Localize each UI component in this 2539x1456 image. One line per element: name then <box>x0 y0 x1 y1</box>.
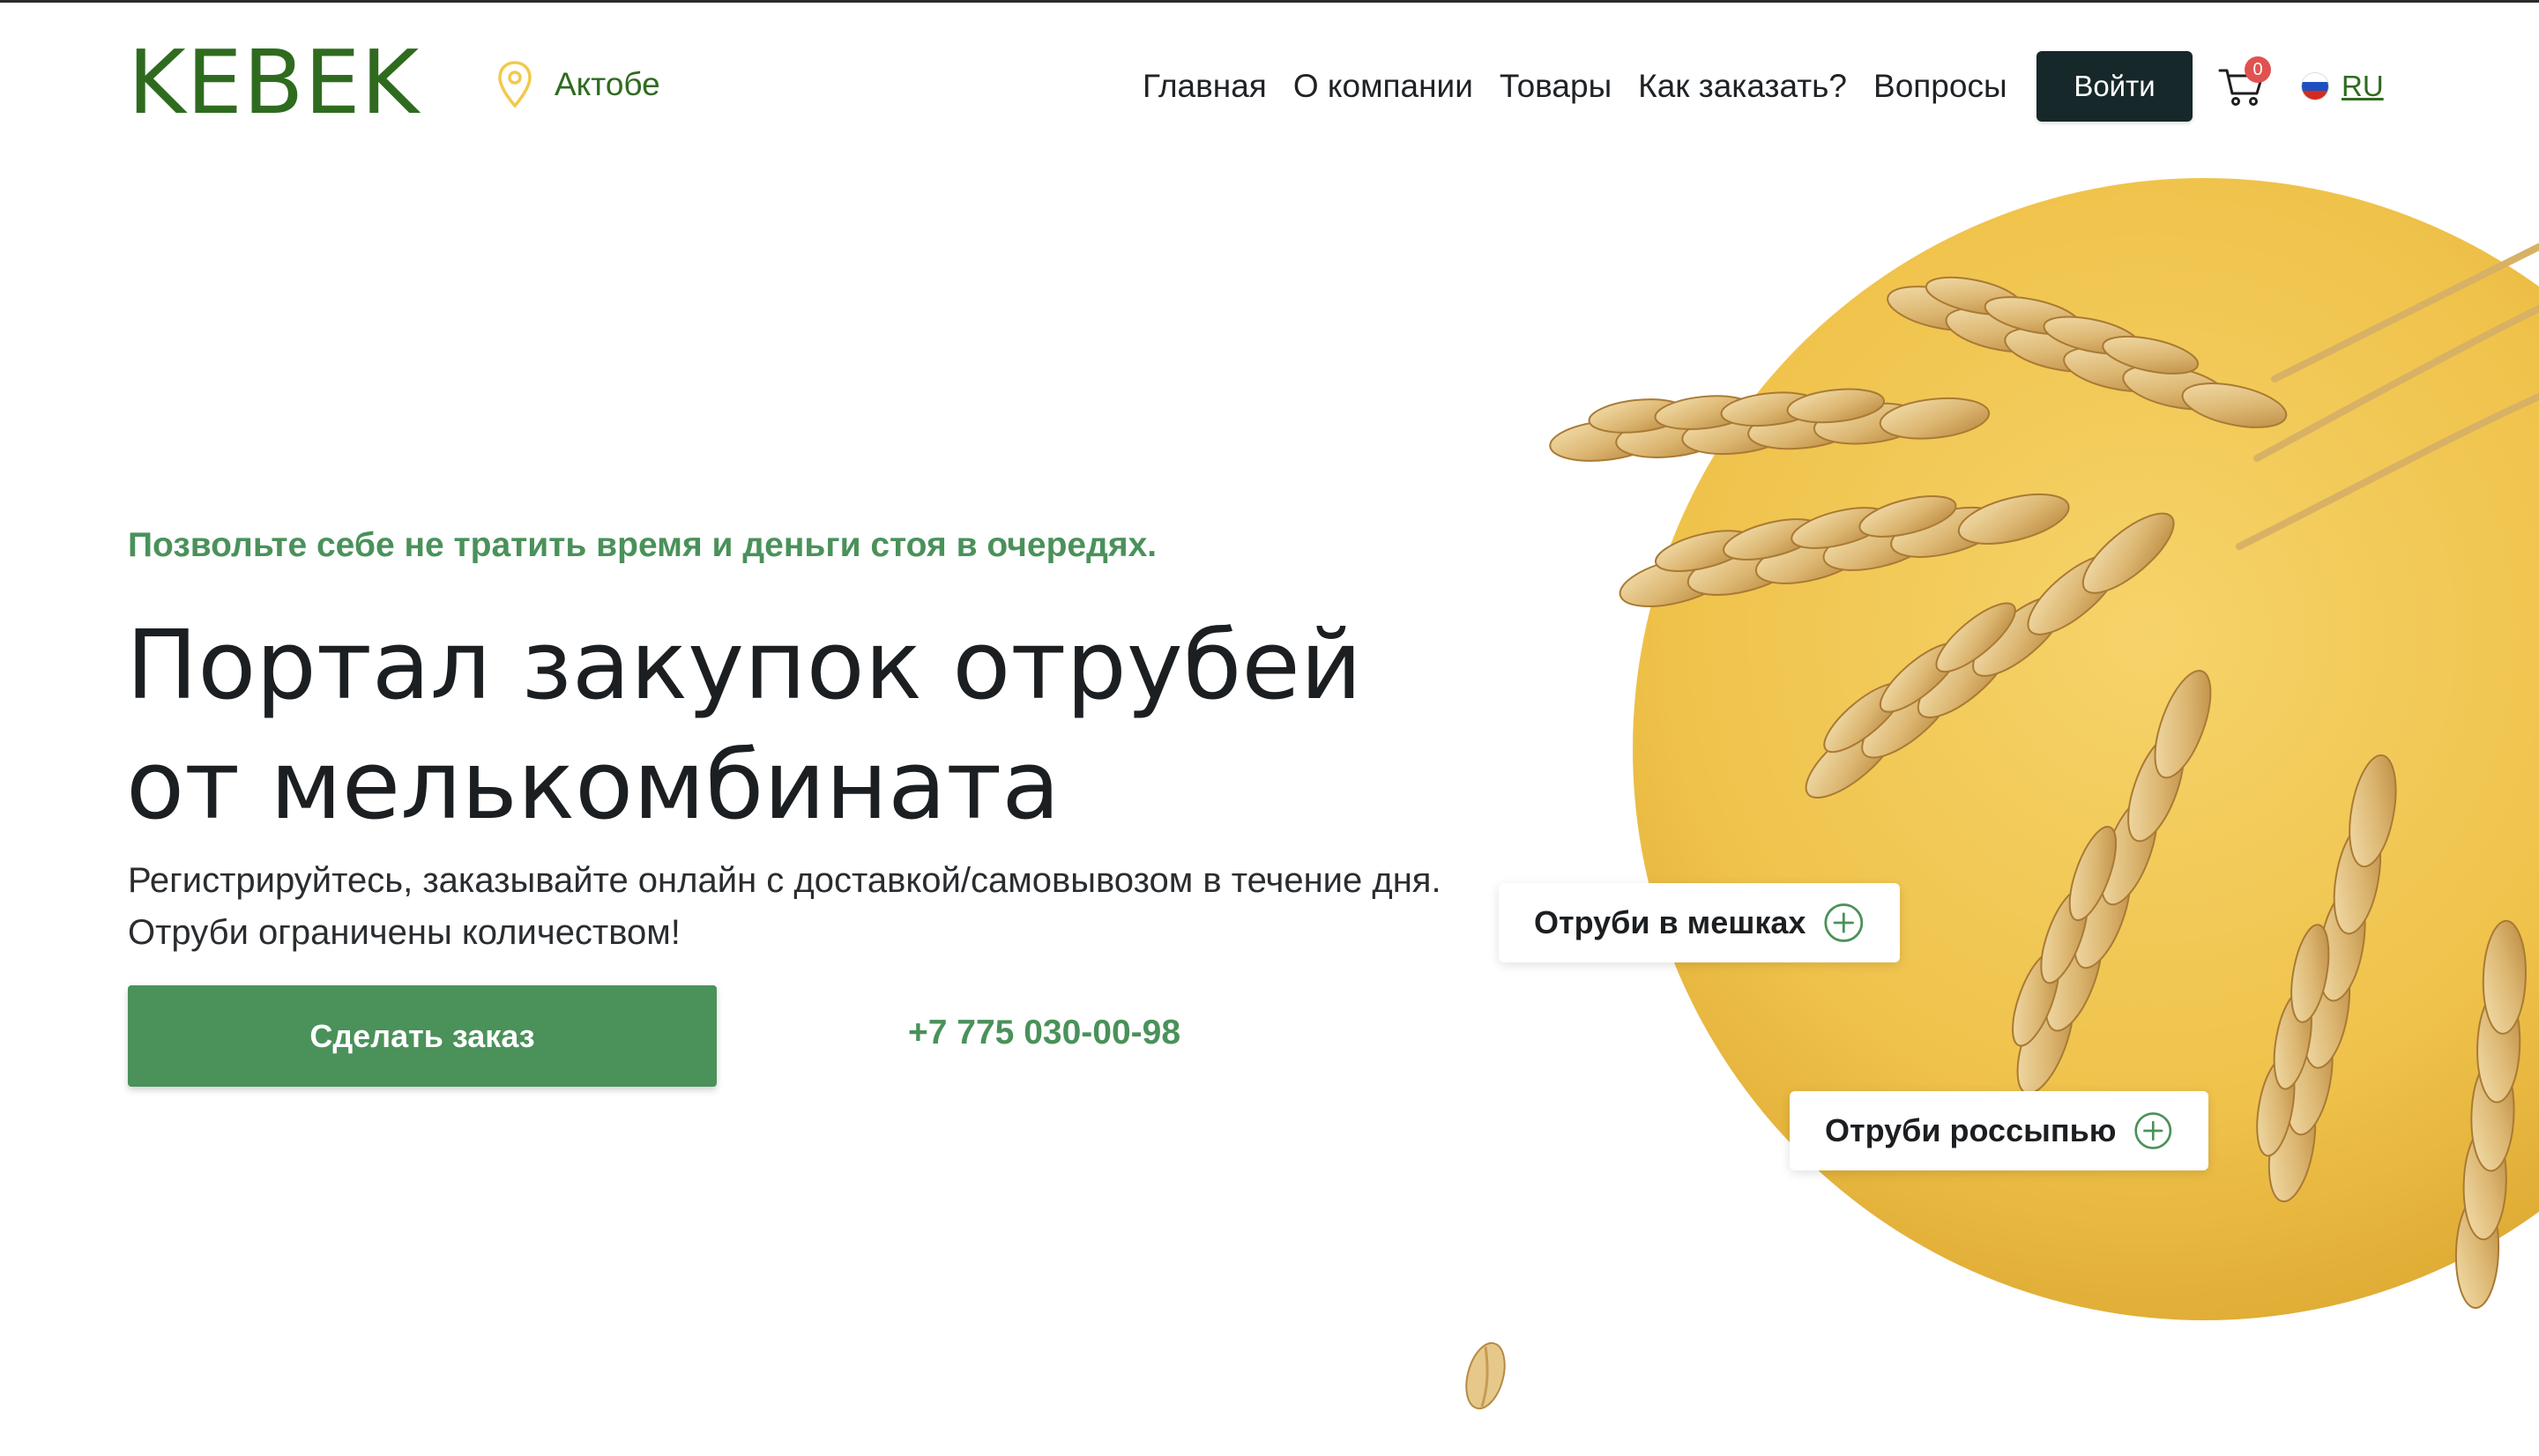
location-pin-icon <box>498 61 532 108</box>
main-nav: Главная О компании Товары Как заказать? … <box>1143 62 2007 111</box>
login-button[interactable]: Войти <box>2036 51 2193 122</box>
russian-flag-icon <box>2301 72 2329 100</box>
nav-faq[interactable]: Вопросы <box>1873 68 2007 105</box>
hero-tagline: Позвольте себе не тратить время и деньги… <box>128 526 1158 564</box>
nav-home[interactable]: Главная <box>1143 68 1267 105</box>
city-selector[interactable]: Актобе <box>496 58 660 111</box>
product-card-bulk[interactable]: Отруби россыпью <box>1790 1091 2208 1170</box>
grain-seed-image <box>1465 1341 1506 1410</box>
top-border <box>0 0 2539 3</box>
language-label: RU <box>2342 70 2384 102</box>
plus-circle-icon <box>2134 1112 2172 1149</box>
hero-headline: Портал закупок отрубей от мелькомбината <box>126 611 1362 841</box>
product-card-label: Отруби россыпью <box>1825 1112 2117 1148</box>
nav-products[interactable]: Товары <box>1500 68 1612 105</box>
city-label: Актобе <box>555 66 660 102</box>
nav-how-to-order[interactable]: Как заказать? <box>1638 68 1847 105</box>
phone-link[interactable]: +7 775 030-00-98 <box>908 1014 1180 1052</box>
product-card-bags[interactable]: Отруби в мешках <box>1499 883 1900 962</box>
cart-button[interactable]: 0 <box>2218 56 2271 108</box>
language-selector[interactable]: RU <box>2301 67 2384 106</box>
wheat-illustration <box>1481 176 2539 1456</box>
logo[interactable]: KEBEK <box>128 39 420 127</box>
make-order-button[interactable]: Сделать заказ <box>128 985 717 1087</box>
nav-about[interactable]: О компании <box>1293 68 1473 105</box>
plus-circle-icon <box>1824 903 1864 942</box>
cart-count-badge: 0 <box>2245 56 2271 83</box>
hero-subtext: Регистрируйтесь, заказывайте онлайн с до… <box>128 861 1441 952</box>
product-card-label: Отруби в мешках <box>1534 904 1806 940</box>
